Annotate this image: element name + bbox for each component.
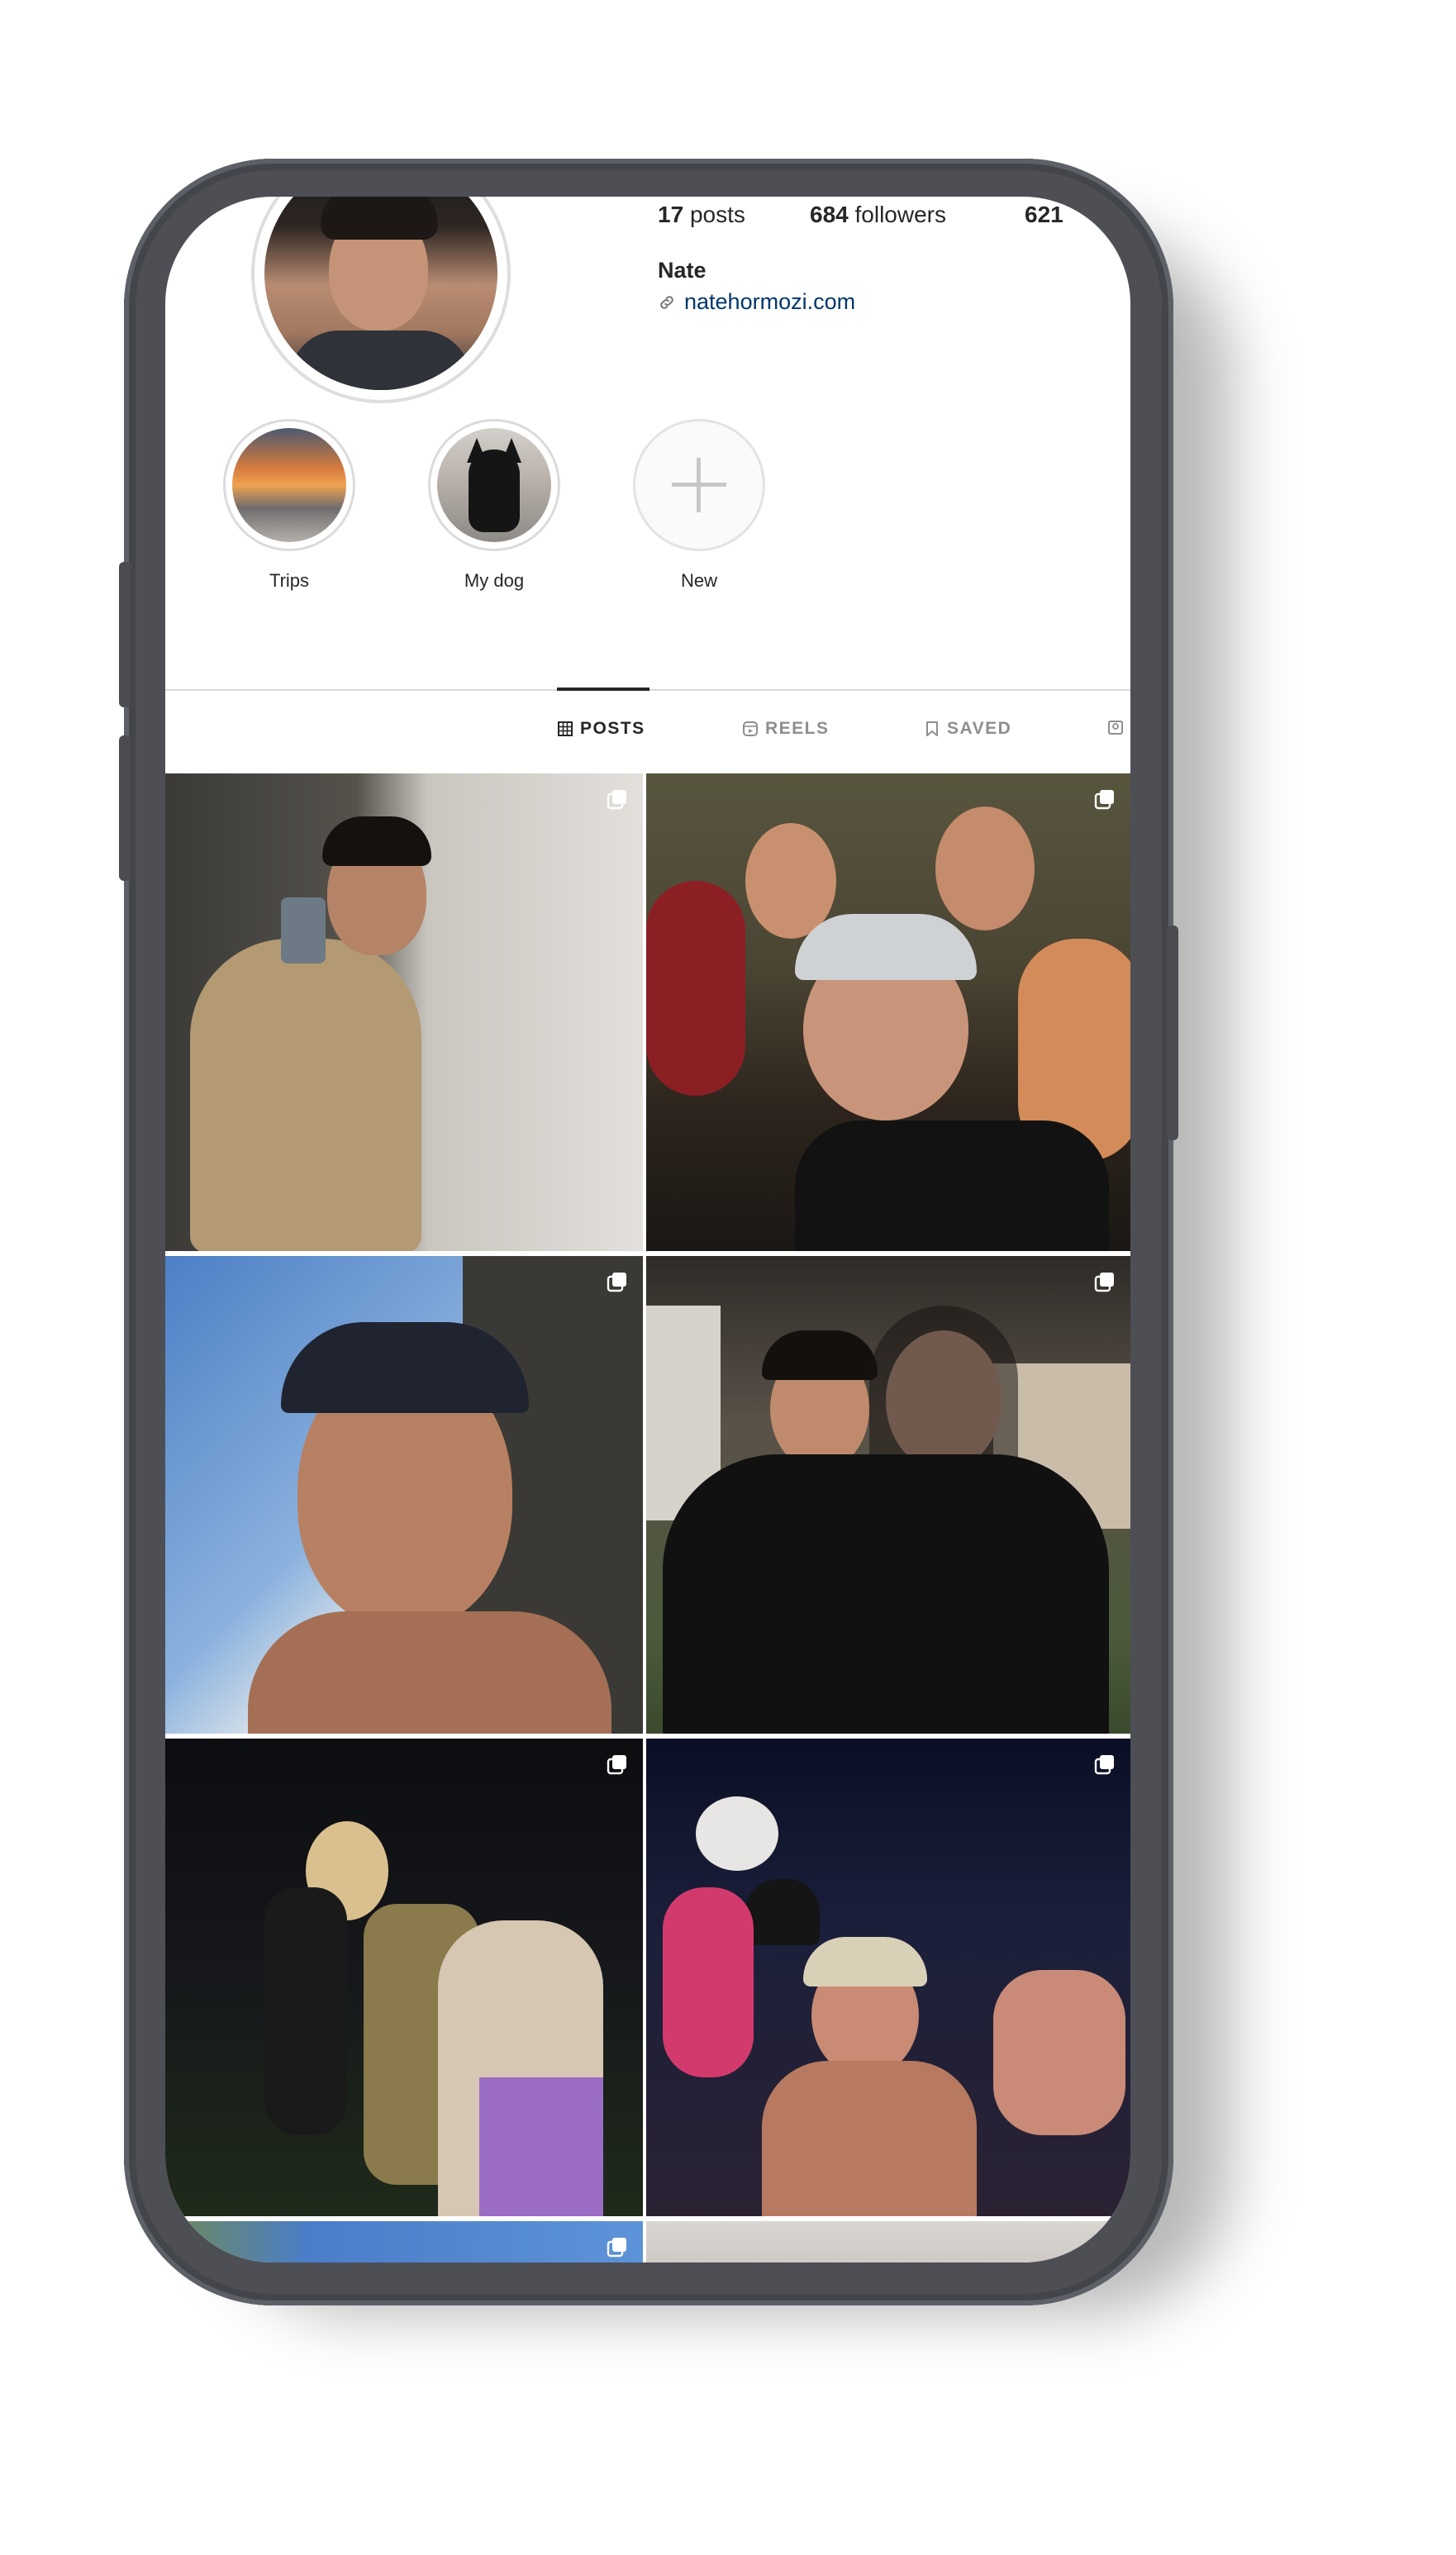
highlight-new[interactable]: New bbox=[633, 421, 765, 592]
phone-screen: 17 posts 684 followers 621 Nate natehorm… bbox=[165, 197, 1130, 2262]
profile-link-text: natehormozi.com bbox=[684, 289, 856, 314]
avatar-photo bbox=[264, 197, 497, 390]
post-tile[interactable] bbox=[165, 1739, 643, 2216]
tab-label: SAVED bbox=[947, 719, 1012, 738]
grid-icon bbox=[558, 721, 573, 736]
stat-posts[interactable]: 17 posts bbox=[658, 202, 745, 228]
multiple-photos-icon bbox=[1094, 790, 1114, 810]
link-icon bbox=[660, 295, 673, 309]
phone-mute-switch bbox=[119, 562, 131, 707]
multiple-photos-icon bbox=[607, 1273, 626, 1292]
tab-saved[interactable]: SAVED bbox=[924, 719, 1011, 739]
profile-name: Nate bbox=[658, 258, 707, 283]
stat-following[interactable]: 621 bbox=[1025, 202, 1063, 228]
tab-tagged[interactable] bbox=[1107, 719, 1124, 735]
phone-volume-button bbox=[119, 735, 131, 881]
followers-count: 684 bbox=[810, 202, 849, 227]
posts-count: 17 bbox=[658, 202, 684, 227]
multiple-photos-icon bbox=[1094, 1755, 1114, 1775]
post-tile[interactable] bbox=[646, 2221, 1130, 2262]
profile-avatar[interactable] bbox=[255, 197, 507, 400]
highlight-label: Trips bbox=[269, 570, 310, 591]
highlight-label: My dog bbox=[464, 570, 525, 591]
reels-icon bbox=[743, 721, 758, 736]
highlight-label: New bbox=[680, 570, 717, 591]
dog-photo bbox=[437, 428, 551, 542]
post-tile[interactable] bbox=[646, 773, 1130, 1251]
phone-power-button bbox=[1167, 925, 1178, 1140]
post-tile[interactable] bbox=[646, 1256, 1130, 1734]
profile-link[interactable]: natehormozi.com bbox=[658, 289, 855, 315]
tab-label: REELS bbox=[765, 719, 830, 738]
posts-label: posts bbox=[689, 202, 745, 227]
post-tile[interactable] bbox=[165, 773, 643, 1251]
tagged-icon bbox=[1108, 721, 1123, 735]
multiple-photos-icon bbox=[607, 1755, 626, 1775]
multiple-photos-icon bbox=[607, 2238, 626, 2258]
active-tab-indicator bbox=[557, 688, 649, 691]
following-count: 621 bbox=[1025, 202, 1063, 227]
post-tile[interactable] bbox=[165, 1256, 643, 1734]
highlight-my-dog[interactable]: My dog bbox=[428, 421, 560, 592]
trip-photo bbox=[232, 428, 346, 542]
post-tile[interactable] bbox=[646, 1739, 1130, 2216]
bookmark-icon bbox=[926, 721, 938, 736]
multiple-photos-icon bbox=[607, 790, 626, 810]
multiple-photos-icon bbox=[1094, 1273, 1114, 1292]
tab-label: POSTS bbox=[580, 719, 645, 738]
followers-label: followers bbox=[854, 202, 946, 227]
stat-followers[interactable]: 684 followers bbox=[810, 202, 946, 228]
tab-reels[interactable]: REELS bbox=[742, 719, 830, 739]
tab-posts[interactable]: POSTS bbox=[557, 719, 645, 739]
post-tile[interactable] bbox=[165, 2221, 643, 2262]
highlight-trips[interactable]: Trips bbox=[223, 421, 355, 592]
